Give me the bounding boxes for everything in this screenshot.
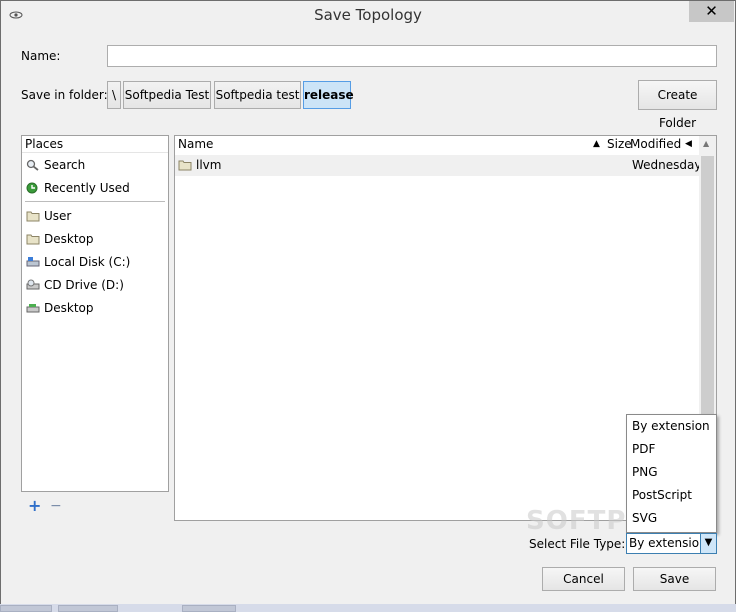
place-label: Desktop <box>44 300 94 315</box>
column-scroll-left-icon: ◀ <box>685 139 692 149</box>
breadcrumb-softpedia-test[interactable]: Softpedia Test <box>123 81 211 109</box>
place-recently-used[interactable]: Recently Used <box>22 176 168 199</box>
cd-drive-icon <box>26 279 40 289</box>
folder-icon <box>178 160 192 171</box>
folder-icon <box>26 211 40 221</box>
file-modified: Wednesday <box>632 158 702 172</box>
column-name[interactable]: Name <box>178 136 213 153</box>
breadcrumb-root[interactable]: \ <box>107 81 121 109</box>
file-type-option[interactable]: PNG <box>627 461 716 484</box>
file-type-option[interactable]: By extension <box>627 415 716 438</box>
drive-icon <box>26 256 40 266</box>
file-type-selected: By extension <box>629 536 707 550</box>
place-cd-drive[interactable]: CD Drive (D:) <box>22 273 168 296</box>
place-label: User <box>44 208 72 223</box>
file-type-select[interactable]: By extension ▼ <box>626 533 717 554</box>
window-title: Save Topology <box>314 6 422 24</box>
place-desktop[interactable]: Desktop <box>22 227 168 250</box>
add-icon: + <box>28 496 42 515</box>
add-bookmark-button[interactable]: + <box>28 498 42 514</box>
taskbar <box>0 604 736 612</box>
scroll-up-icon: ▲ <box>703 139 710 148</box>
save-topology-dialog: Save Topology ✕ Name: Save in folder: \ … <box>0 0 736 612</box>
breadcrumb-softpedia-test-2[interactable]: Softpedia test <box>214 81 301 109</box>
place-local-disk[interactable]: Local Disk (C:) <box>22 250 168 273</box>
folder-label: Save in folder: <box>21 88 108 102</box>
recent-icon <box>26 182 38 193</box>
place-label: CD Drive (D:) <box>44 277 124 292</box>
taskbar-item[interactable] <box>0 605 52 612</box>
save-button[interactable]: Save <box>633 567 716 591</box>
column-size[interactable]: Size <box>607 136 632 153</box>
place-label: Search <box>44 157 86 172</box>
place-label: Desktop <box>44 231 94 246</box>
column-modified[interactable]: Modified <box>630 136 681 153</box>
places-header[interactable]: Places <box>22 136 168 153</box>
breadcrumb-release[interactable]: release <box>303 81 354 109</box>
taskbar-item[interactable] <box>182 605 236 612</box>
file-type-option[interactable]: SVG <box>627 507 716 530</box>
remove-icon: − <box>50 498 62 514</box>
place-user[interactable]: User <box>22 204 168 227</box>
scrollbar-thumb[interactable] <box>701 156 714 416</box>
chevron-down-icon[interactable]: ▼ <box>700 534 716 553</box>
title-bar: Save Topology ✕ <box>1 1 735 32</box>
place-desktop-2[interactable]: Desktop <box>22 296 168 319</box>
file-type-label: Select File Type: <box>529 537 626 551</box>
place-search[interactable]: Search <box>22 153 168 176</box>
remove-bookmark-button[interactable]: − <box>50 498 64 514</box>
table-row[interactable]: llvm Wednesday <box>175 155 702 176</box>
file-name: llvm <box>196 158 222 172</box>
folder-icon <box>26 234 40 244</box>
desktop-icon <box>26 303 40 312</box>
file-type-option[interactable]: PostScript <box>627 484 716 507</box>
search-icon <box>26 159 39 171</box>
place-label: Recently Used <box>44 180 130 195</box>
places-panel: Places Search Recently Used User Desktop… <box>21 135 169 492</box>
create-folder-button[interactable]: Create Folder <box>638 80 717 130</box>
cancel-button[interactable]: Cancel <box>542 567 625 591</box>
name-label: Name: <box>21 49 61 63</box>
places-separator <box>25 201 165 202</box>
place-label: Local Disk (C:) <box>44 254 131 269</box>
file-type-dropdown-list: By extension PDF PNG PostScript SVG <box>626 414 717 533</box>
file-list-header: Name ▲ Size Modified ◀ <box>175 136 716 153</box>
file-type-option[interactable]: PDF <box>627 438 716 461</box>
close-icon: ✕ <box>705 2 718 20</box>
sort-ascending-icon: ▲ <box>593 139 600 149</box>
taskbar-item[interactable] <box>58 605 118 612</box>
name-input[interactable] <box>107 45 717 67</box>
close-button[interactable]: ✕ <box>689 1 734 22</box>
